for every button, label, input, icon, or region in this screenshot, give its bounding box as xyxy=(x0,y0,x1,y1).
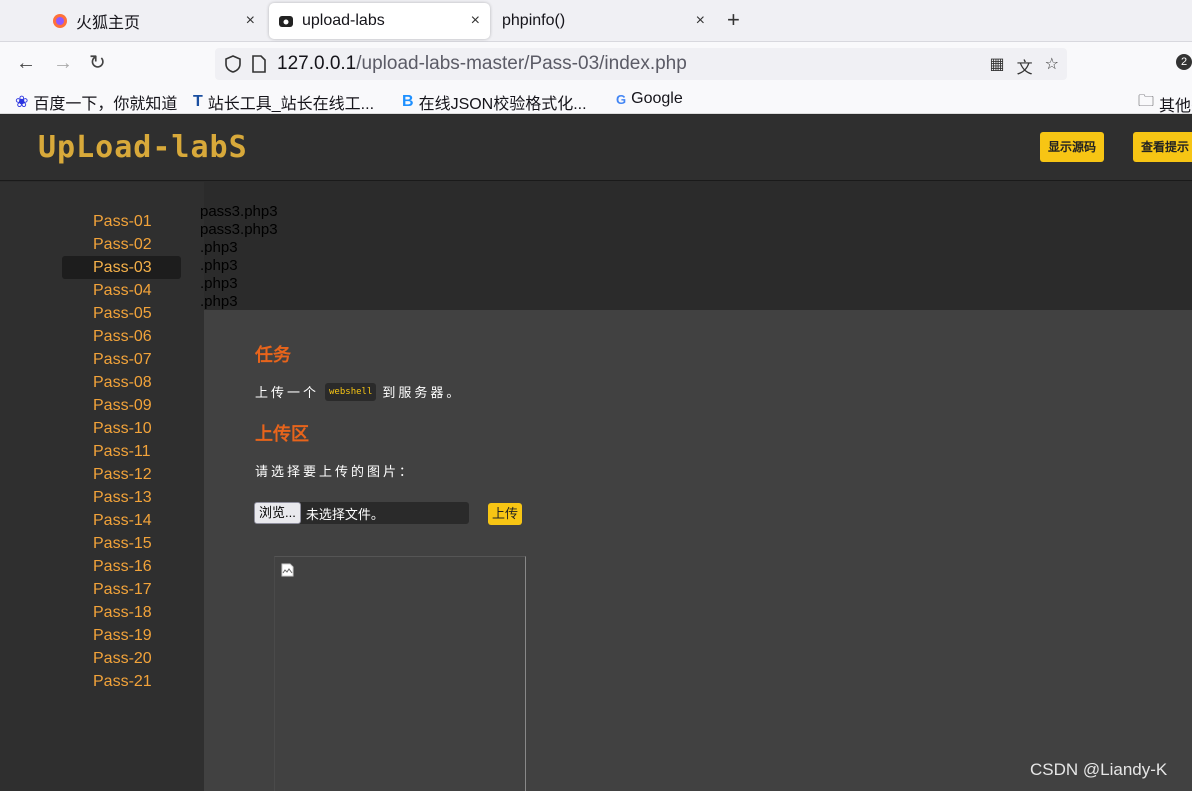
sidebar-item-pass-13[interactable]: Pass-13 xyxy=(62,486,181,509)
echo-line: pass3.php3 xyxy=(200,203,278,220)
file-input[interactable]: 浏览... 未选择文件。 xyxy=(254,502,469,524)
json-icon: B xyxy=(402,93,414,110)
site-logo[interactable]: UpLoad-labS xyxy=(38,130,248,165)
sidebar-item-pass-15[interactable]: Pass-15 xyxy=(62,532,181,555)
sidebar-item-pass-07[interactable]: Pass-07 xyxy=(62,348,181,371)
bookmark-json[interactable]: B 在线JSON校验格式化... xyxy=(402,90,587,114)
bookmark-zzgj[interactable]: T 站长工具_站长在线工... xyxy=(193,90,374,114)
tool-t-icon: T xyxy=(193,93,203,110)
task-heading: 任务 xyxy=(255,345,291,365)
navigation-toolbar: ← → ↻ 127.0.0.1/upload-labs-master/Pass-… xyxy=(0,42,1192,86)
sidebar-item-pass-06[interactable]: Pass-06 xyxy=(62,325,181,348)
sidebar-item-pass-20[interactable]: Pass-20 xyxy=(62,647,181,670)
site-header: UpLoad-labS 显示源码 查看提示 xyxy=(0,115,1192,181)
sidebar-item-pass-04[interactable]: Pass-04 xyxy=(62,279,181,302)
sidebar-item-pass-16[interactable]: Pass-16 xyxy=(62,555,181,578)
back-icon[interactable]: ← xyxy=(16,52,36,74)
address-bar[interactable]: 127.0.0.1/upload-labs-master/Pass-03/ind… xyxy=(215,48,1067,80)
translate-icon[interactable]: 文 xyxy=(1017,54,1033,78)
sidebar-item-pass-02[interactable]: Pass-02 xyxy=(62,233,181,256)
sidebar-item-pass-12[interactable]: Pass-12 xyxy=(62,463,181,486)
firefox-icon xyxy=(52,13,68,29)
sidebar-item-pass-17[interactable]: Pass-17 xyxy=(62,578,181,601)
echo-line: .php3 xyxy=(200,275,238,292)
tab-label: phpinfo() xyxy=(502,12,566,29)
broken-image-icon xyxy=(281,563,294,577)
new-tab-button[interactable]: + xyxy=(727,8,740,32)
sidebar-item-pass-05[interactable]: Pass-05 xyxy=(62,302,181,325)
echo-output: pass3.php3 pass3.php3 .php3 .php3 .php3 .php3 xyxy=(200,203,278,311)
bookmark-baidu[interactable]: ❀ 百度一下，你就知道 xyxy=(15,90,177,114)
echo-line: pass3.php3 xyxy=(200,221,278,238)
upload-button[interactable]: 上传 xyxy=(488,503,523,525)
echo-line: .php3 xyxy=(200,293,238,310)
choose-label: 请选择要上传的图片： xyxy=(255,464,416,479)
sidebar-item-pass-18[interactable]: Pass-18 xyxy=(62,601,181,624)
baidu-paw-icon: ❀ xyxy=(15,94,29,111)
no-file-text: 未选择文件。 xyxy=(305,506,384,522)
page-icon[interactable] xyxy=(252,55,266,78)
sidebar-item-pass-21[interactable]: Pass-21 xyxy=(62,670,181,693)
browse-button[interactable]: 浏览... xyxy=(254,502,301,524)
close-icon[interactable]: × xyxy=(246,12,255,30)
bookmark-google[interactable]: G Google xyxy=(616,90,683,108)
show-source-button[interactable]: 显示源码 xyxy=(1040,132,1105,162)
reload-icon[interactable]: ↻ xyxy=(89,52,106,74)
echo-line: .php3 xyxy=(200,257,238,274)
sidebar-item-pass-09[interactable]: Pass-09 xyxy=(62,394,181,417)
sidebar-item-pass-14[interactable]: Pass-14 xyxy=(62,509,181,532)
bookmark-star-icon[interactable]: ☆ xyxy=(1045,54,1059,78)
upload-heading: 上传区 xyxy=(255,424,309,444)
sidebar-item-pass-10[interactable]: Pass-10 xyxy=(62,417,181,440)
tab-firefox-home[interactable]: 火狐主页 × xyxy=(40,3,265,39)
main-panel: 任务 上传一个 webshell 到服务器。 上传区 请选择要上传的图片： 浏览… xyxy=(204,310,1192,791)
sidebar-item-pass-01[interactable]: Pass-01 xyxy=(62,210,181,233)
echo-line: .php3 xyxy=(200,239,238,256)
forward-icon[interactable]: → xyxy=(53,52,73,74)
watermark: CSDN @Liandy-K xyxy=(1030,760,1168,779)
view-hint-button[interactable]: 查看提示 xyxy=(1133,132,1192,162)
bookmarks-toolbar: ❀ 百度一下，你就知道 T 站长工具_站长在线工... B 在线JSON校验格式化..… xyxy=(0,86,1192,117)
page-favicon-icon xyxy=(278,13,294,29)
url-text[interactable]: 127.0.0.1/upload-labs-master/Pass-03/ind… xyxy=(277,53,687,75)
task-description: 上传一个 webshell 到服务器。 xyxy=(255,382,462,401)
close-icon[interactable]: × xyxy=(696,12,705,30)
tab-label: 火狐主页 xyxy=(76,15,141,32)
tab-label: upload-labs xyxy=(302,12,385,29)
google-icon: G xyxy=(616,91,627,107)
sidebar-item-pass-19[interactable]: Pass-19 xyxy=(62,624,181,647)
sidebar-item-pass-08[interactable]: Pass-08 xyxy=(62,371,181,394)
webshell-code: webshell xyxy=(325,382,377,401)
image-preview xyxy=(274,556,526,791)
folder-icon: 🗀 xyxy=(1138,93,1155,110)
tab-strip: 火狐主页 × upload-labs × phpinfo() × + xyxy=(0,0,1192,42)
bookmark-other-folder[interactable]: 🗀其他书 xyxy=(1138,90,1192,117)
sidebar: Pass-01 Pass-02 Pass-03 Pass-04 Pass-05 Pass-… xyxy=(0,182,204,791)
tab-phpinfo[interactable]: phpinfo() × xyxy=(490,3,715,39)
extension-badge[interactable]: 2 xyxy=(1176,54,1192,70)
sidebar-item-pass-03[interactable]: Pass-03 xyxy=(62,256,181,279)
shield-icon[interactable] xyxy=(225,55,241,78)
tab-upload-labs[interactable]: upload-labs × xyxy=(269,3,490,39)
close-icon[interactable]: × xyxy=(471,12,480,30)
qr-code-icon[interactable]: ▦ xyxy=(990,54,1005,78)
sidebar-item-pass-11[interactable]: Pass-11 xyxy=(62,440,181,463)
